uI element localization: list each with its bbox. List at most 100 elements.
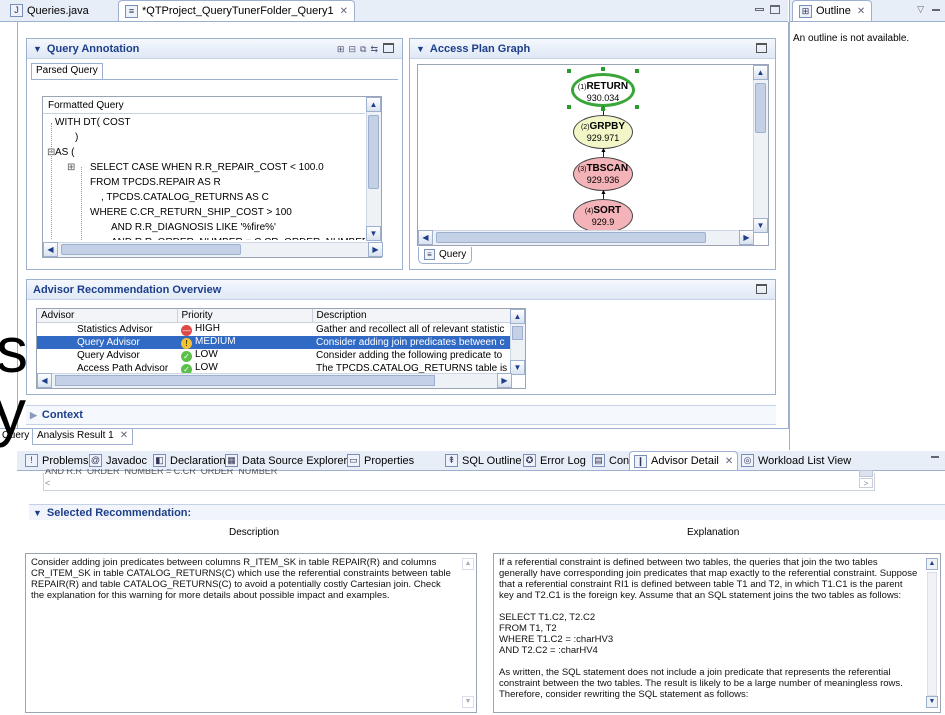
close-icon[interactable]: ✕ [857, 6, 865, 17]
scroll-track[interactable] [927, 572, 937, 696]
selection-handle[interactable] [601, 67, 605, 71]
close-icon[interactable]: ✕ [120, 430, 128, 441]
sync-icon[interactable]: ⇆ [370, 44, 382, 54]
tab-problems[interactable]: ! Problems [21, 451, 92, 470]
scroll-down-icon[interactable]: ▼ [926, 696, 938, 708]
column-header-description[interactable]: Description [312, 309, 513, 322]
vertical-scrollbar[interactable]: ▲ ▼ [753, 65, 768, 233]
query-line[interactable]: , TPCDS.CATALOG_RETURNS AS C [101, 192, 269, 203]
scroll-thumb[interactable] [512, 326, 523, 340]
query-line[interactable]: ) [75, 132, 78, 143]
plan-node-return[interactable]: (1)RETURN 930.034 [571, 73, 635, 107]
plan-node-sort[interactable]: (4)SORT 929.9 [573, 199, 633, 233]
minimize-icon[interactable] [755, 8, 764, 11]
collapse-icon[interactable]: ▼ [33, 44, 42, 54]
scroll-right-icon[interactable]: ▶ [368, 242, 383, 257]
expand-all-icon[interactable]: ⊞ [337, 44, 349, 54]
table-row[interactable]: Query Advisor ✓ LOW Consider adding the fol… [37, 349, 513, 362]
collapse-icon[interactable]: ▼ [416, 44, 425, 54]
tab-query-tuner[interactable]: ≡ *QTProject_QueryTunerFolder_Query1 ✕ [118, 0, 355, 21]
vertical-scrollbar[interactable]: ▲ ▼ [510, 309, 525, 375]
tab-error-log[interactable]: ✪ Error Log [519, 451, 590, 470]
minimize-icon[interactable] [932, 9, 940, 11]
column-header-priority[interactable]: Priority [177, 309, 313, 322]
filter-icon[interactable]: ⧉ [360, 44, 370, 54]
horizontal-scrollbar[interactable]: ◀ ▶ [43, 242, 383, 257]
scroll-left-icon[interactable]: ◀ [43, 242, 58, 257]
scroll-left-icon[interactable]: ◀ [418, 230, 433, 245]
tab-sql-outline[interactable]: ⇞ SQL Outline [441, 451, 526, 470]
scroll-down-icon[interactable] [859, 470, 873, 477]
collapse-icon[interactable]: ▼ [33, 508, 42, 518]
query-line[interactable]: AND R.R_ORDER_NUMBER = C.CR_ORDER_NUMBER [111, 237, 365, 240]
selection-handle[interactable] [601, 107, 605, 111]
scroll-up-icon[interactable]: ▲ [926, 558, 938, 570]
maximize-icon[interactable] [383, 43, 394, 53]
table-row[interactable]: Query Advisor ! MEDIUM Consider adding join… [37, 335, 513, 349]
selection-handle[interactable] [635, 105, 639, 109]
view-menu-icon[interactable]: ▽ [917, 4, 924, 15]
scroll-thumb[interactable] [61, 244, 241, 255]
description-text[interactable]: Consider adding join predicates between … [25, 553, 477, 713]
scroll-down-icon[interactable]: ▼ [462, 696, 474, 708]
scroll-down-icon[interactable]: ▼ [510, 360, 525, 375]
scroll-right-icon[interactable]: ▶ [497, 373, 512, 388]
maximize-icon[interactable] [770, 5, 780, 14]
maximize-icon[interactable] [756, 284, 767, 294]
tab-outline[interactable]: ⊞ Outline ✕ [792, 0, 873, 21]
query-line[interactable]: FROM TPCDS.REPAIR AS R [90, 177, 221, 188]
tab-declaration[interactable]: ◧ Declaration [149, 451, 230, 470]
scroll-up-icon[interactable]: ▲ [510, 309, 525, 324]
graph-query-tab[interactable]: ≡ Query [418, 247, 473, 264]
scroll-right-icon[interactable]: ▶ [739, 230, 754, 245]
tab-properties[interactable]: ▭ Properties [343, 451, 418, 470]
scroll-up-icon[interactable]: ▲ [462, 558, 474, 570]
tab-javadoc[interactable]: @ Javadoc [85, 451, 151, 470]
query-line[interactable]: AND R.R_DIAGNOSIS LIKE '%fire%' [111, 222, 276, 233]
query-line[interactable]: WHERE C.CR_RETURN_SHIP_COST > 100 [90, 207, 292, 218]
close-icon[interactable]: ✕ [340, 6, 348, 17]
plan-node-grpby[interactable]: (2)GRPBY 929.971 [573, 115, 633, 149]
scroll-thumb[interactable] [755, 83, 766, 133]
scroll-down-icon[interactable]: ▼ [366, 226, 381, 241]
parsed-query-tab[interactable]: Parsed Query [31, 63, 103, 79]
selection-handle[interactable] [635, 69, 639, 73]
scroll-up-icon[interactable]: ▲ [366, 97, 381, 112]
selected-recommendation-header[interactable]: ▼ Selected Recommendation: [29, 504, 945, 520]
selection-handle[interactable] [567, 105, 571, 109]
collapse-all-icon[interactable]: ⊟ [348, 44, 360, 54]
horizontal-scrollbar[interactable]: ◀ ▶ [37, 373, 512, 388]
advisor-overview-header[interactable]: Advisor Recommendation Overview [27, 280, 775, 300]
query-line[interactable]: AS ( [55, 147, 74, 158]
tab-advisor-detail[interactable]: ❙ Advisor Detail ✕ [629, 451, 739, 470]
column-header-advisor[interactable]: Advisor [37, 309, 178, 322]
horizontal-scrollbar[interactable]: ◀ ▶ [418, 230, 754, 245]
explanation-text[interactable]: ▲ ▼ If a referential constraint is defin… [493, 553, 941, 713]
scroll-down-icon[interactable]: ▼ [753, 218, 768, 233]
selection-handle[interactable] [567, 69, 571, 73]
expand-node-icon[interactable]: ⊞ [67, 162, 75, 173]
scroll-up-icon[interactable]: ▲ [753, 65, 768, 80]
tab-queries-java[interactable]: J Queries.java [4, 0, 95, 21]
tab-data-source-explorer[interactable]: ▦ Data Source Explorer [221, 451, 351, 470]
table-row[interactable]: Statistics Advisor — HIGH Gather and recoll… [37, 322, 513, 336]
scroll-thumb[interactable] [368, 115, 379, 189]
tab-workload-list-view[interactable]: ◎ Workload List View [737, 451, 855, 470]
tab-analysis-result[interactable]: Analysis Result 1 ✕ [32, 429, 134, 445]
scroll-right-icon[interactable]: > [859, 478, 873, 488]
plan-node-tbscan[interactable]: (3)TBSCAN 929.936 [573, 157, 633, 191]
vertical-scrollbar[interactable]: ▲ ▼ [366, 97, 381, 241]
close-icon[interactable]: ✕ [725, 456, 733, 467]
scroll-thumb[interactable] [55, 375, 435, 386]
query-line[interactable]: SELECT CASE WHEN R.R_REPAIR_COST < 100.0 [90, 162, 324, 173]
scroll-thumb[interactable] [436, 232, 706, 243]
graph-canvas[interactable]: (1)RETURN930.034▲(2)GRPBY929.971▲(3)TBSC… [417, 64, 769, 246]
context-section[interactable]: ▶ Context [26, 405, 776, 425]
scroll-left-icon[interactable]: < [45, 478, 50, 488]
minimize-icon[interactable] [931, 456, 939, 458]
access-plan-header[interactable]: ▼ Access Plan Graph [410, 39, 775, 59]
query-line[interactable]: WITH DT( COST [55, 117, 131, 128]
expand-icon[interactable]: ▶ [30, 410, 37, 421]
maximize-icon[interactable] [756, 43, 767, 53]
scroll-left-icon[interactable]: ◀ [37, 373, 52, 388]
